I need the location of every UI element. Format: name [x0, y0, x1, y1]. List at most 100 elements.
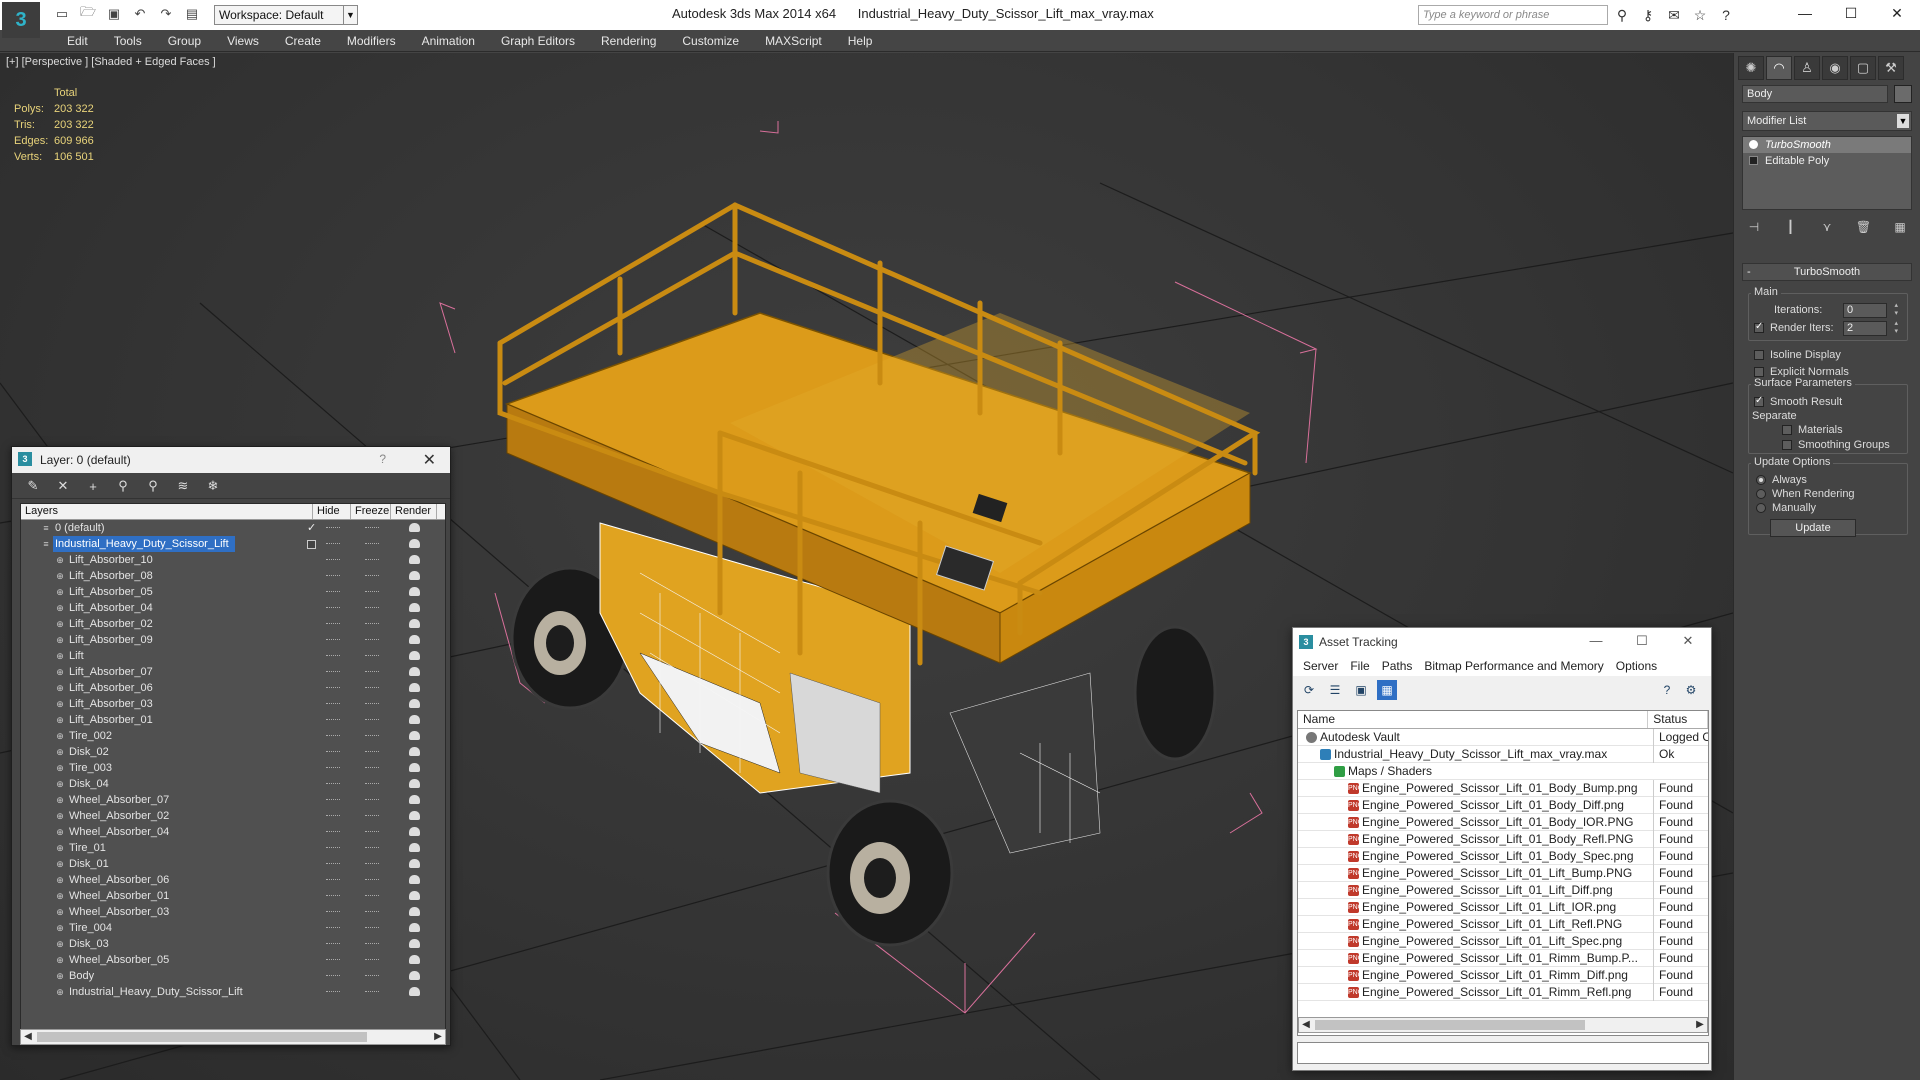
remove-modifier-icon[interactable]: 🗑 [1852, 217, 1876, 237]
menu-customize[interactable]: Customize [669, 30, 752, 52]
isoline-display-checkbox[interactable] [1754, 350, 1764, 361]
object-row[interactable]: ⊕ Tire_002 [21, 728, 445, 744]
freeze-toggle[interactable] [365, 879, 379, 881]
render-teapot-icon[interactable] [409, 811, 420, 820]
refresh-icon[interactable]: ⟳ [1299, 680, 1319, 700]
project-folder-icon[interactable]: ▤ [182, 4, 202, 24]
minimize-button[interactable]: — [1782, 0, 1828, 26]
object-row[interactable]: ⊕ Wheel_Absorber_02 [21, 808, 445, 824]
freeze-toggle[interactable] [365, 815, 379, 817]
object-name-field[interactable]: Body [1742, 85, 1888, 103]
freeze-toggle[interactable] [365, 671, 379, 673]
menu-edit[interactable]: Edit [54, 30, 101, 52]
render-teapot-icon[interactable] [409, 795, 420, 804]
configure-modifier-sets-icon[interactable]: ▦ [1888, 217, 1912, 237]
object-row[interactable]: ⊕ Wheel_Absorber_07 [21, 792, 445, 808]
thumbnail-view-icon[interactable]: ▣ [1351, 680, 1371, 700]
redo-icon[interactable]: ↷ [156, 4, 176, 24]
freeze-toggle[interactable] [365, 559, 379, 561]
hide-toggle[interactable] [326, 863, 340, 865]
object-row[interactable]: ⊕ Lift_Absorber_05 [21, 584, 445, 600]
new-file-icon[interactable]: ▭ [52, 4, 72, 24]
motion-tab-icon[interactable]: ◉ [1822, 56, 1848, 80]
menu-create[interactable]: Create [272, 30, 334, 52]
render-iters-spinner[interactable]: 2 [1843, 320, 1898, 336]
minimize-button[interactable]: — [1573, 628, 1619, 656]
modifier-list-dropdown[interactable]: Modifier List ▼ [1742, 111, 1912, 131]
key-icon[interactable]: ⚷ [1638, 5, 1658, 25]
freeze-toggle[interactable] [365, 975, 379, 977]
object-row[interactable]: ⊕ Disk_04 [21, 776, 445, 792]
manually-radio[interactable] [1756, 503, 1766, 514]
layer-row-default[interactable]: ≡ 0 (default) ✓ [21, 520, 445, 536]
render-teapot-icon[interactable] [409, 923, 420, 932]
hide-toggle[interactable] [326, 671, 340, 673]
list-view-icon[interactable]: ☰ [1325, 680, 1345, 700]
asset-path-field[interactable] [1297, 1042, 1709, 1064]
settings-icon[interactable]: ⚙ [1681, 680, 1701, 700]
hide-toggle[interactable] [326, 815, 340, 817]
asset-row[interactable]: PNG Engine_Powered_Scissor_Lift_01_Lift_R… [1298, 916, 1708, 933]
render-teapot-icon[interactable] [409, 603, 420, 612]
asset-window-titlebar[interactable]: 3 Asset Tracking — ☐ ✕ [1293, 628, 1711, 656]
layer-row-selected[interactable]: ≡ Industrial_Heavy_Duty_Scissor_Lift [21, 536, 445, 552]
display-tab-icon[interactable]: ▢ [1850, 56, 1876, 80]
hide-toggle[interactable] [326, 703, 340, 705]
hide-toggle[interactable] [326, 895, 340, 897]
freeze-toggle[interactable] [365, 687, 379, 689]
hide-toggle[interactable] [326, 767, 340, 769]
asset-row[interactable]: PNG Engine_Powered_Scissor_Lift_01_Lift_S… [1298, 933, 1708, 950]
render-teapot-icon[interactable] [409, 715, 420, 724]
make-unique-icon[interactable]: ⋎ [1815, 217, 1839, 237]
asset-row[interactable]: Industrial_Heavy_Duty_Scissor_Lift_max_v… [1298, 746, 1708, 763]
freeze-toggle[interactable] [365, 703, 379, 705]
hide-toggle[interactable] [326, 591, 340, 593]
object-row[interactable]: ⊕ Wheel_Absorber_04 [21, 824, 445, 840]
freeze-toggle[interactable] [365, 527, 379, 529]
hide-toggle[interactable] [326, 735, 340, 737]
menu-options[interactable]: Options [1610, 656, 1663, 676]
freeze-toggle[interactable] [365, 831, 379, 833]
hide-toggle[interactable] [326, 927, 340, 929]
render-teapot-icon[interactable] [409, 683, 420, 692]
help-icon[interactable]: ? [379, 452, 386, 466]
favorites-star-icon[interactable]: ☆ [1690, 5, 1710, 25]
column-render[interactable]: Render [391, 504, 437, 519]
object-row[interactable]: ⊕ Industrial_Heavy_Duty_Scissor_Lift [21, 984, 445, 1000]
render-teapot-icon[interactable] [409, 763, 420, 772]
close-icon[interactable]: ✕ [423, 450, 436, 470]
render-teapot-icon[interactable] [409, 587, 420, 596]
object-row[interactable]: ⊕ Lift_Absorber_10 [21, 552, 445, 568]
hide-toggle[interactable] [326, 559, 340, 561]
hide-toggle[interactable] [326, 719, 340, 721]
menu-modifiers[interactable]: Modifiers [334, 30, 409, 52]
hierarchy-tab-icon[interactable]: ♙ [1794, 56, 1820, 80]
render-teapot-icon[interactable] [409, 779, 420, 788]
render-teapot-icon[interactable] [409, 619, 420, 628]
freeze-toggle[interactable] [365, 799, 379, 801]
menu-tools[interactable]: Tools [101, 30, 155, 52]
show-end-result-icon[interactable]: ┃ [1779, 217, 1803, 237]
hide-toggle[interactable] [326, 575, 340, 577]
render-teapot-icon[interactable] [409, 635, 420, 644]
object-row[interactable]: ⊕ Lift_Absorber_06 [21, 680, 445, 696]
hide-toggle[interactable] [326, 623, 340, 625]
freeze-toggle[interactable] [365, 911, 379, 913]
render-teapot-icon[interactable] [409, 747, 420, 756]
close-button[interactable]: ✕ [1665, 628, 1711, 656]
asset-row[interactable]: PNG Engine_Powered_Scissor_Lift_01_Lift_I… [1298, 899, 1708, 916]
render-teapot-icon[interactable] [409, 859, 420, 868]
utilities-tab-icon[interactable]: ⚒ [1878, 56, 1904, 80]
hide-toggle[interactable] [326, 991, 340, 993]
set-current-checkbox[interactable] [307, 540, 316, 549]
current-layer-check-icon[interactable]: ✓ [307, 520, 316, 536]
asset-row[interactable]: PNG Engine_Powered_Scissor_Lift_01_Body_I… [1298, 814, 1708, 831]
hide-toggle[interactable] [326, 543, 340, 545]
hide-toggle[interactable] [326, 783, 340, 785]
freeze-toggle[interactable] [365, 655, 379, 657]
scroll-thumb[interactable] [37, 1032, 367, 1042]
hide-toggle[interactable] [326, 879, 340, 881]
save-file-icon[interactable]: ▣ [104, 4, 124, 24]
object-row[interactable]: ⊕ Disk_01 [21, 856, 445, 872]
render-teapot-icon[interactable] [409, 731, 420, 740]
